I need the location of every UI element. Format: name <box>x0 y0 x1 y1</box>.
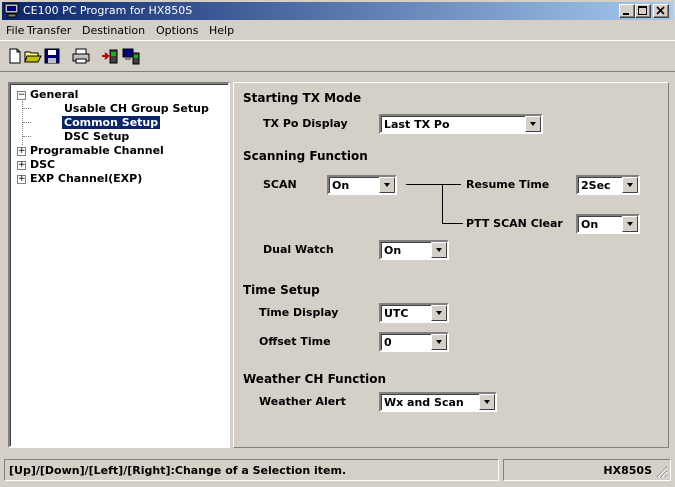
expand-dsc-icon[interactable]: + <box>17 161 26 170</box>
menu-bar: File Transfer Destination Options Help <box>2 21 673 40</box>
scan-label: SCAN <box>263 178 297 191</box>
weather-alert-select[interactable]: Wx and Scan <box>379 392 497 412</box>
resume-time-select[interactable]: 2Sec <box>576 175 640 195</box>
status-hint-pane: [Up]/[Down]/[Left]/[Right]:Change of a S… <box>4 459 499 481</box>
weather-alert-label: Weather Alert <box>259 395 346 408</box>
menu-help[interactable]: Help <box>209 24 234 37</box>
collapse-general-icon[interactable]: − <box>17 91 26 100</box>
menu-file[interactable]: File <box>6 24 24 37</box>
chevron-down-icon[interactable] <box>379 177 395 193</box>
weather-alert-value: Wx and Scan <box>384 396 464 409</box>
app-window: CE100 PC Program for HX850S File Transfe… <box>0 0 675 487</box>
tree-item-dsc[interactable]: DSC <box>30 158 55 171</box>
tx-po-display-select[interactable]: Last TX Po <box>379 114 543 134</box>
chevron-down-icon[interactable] <box>622 177 638 193</box>
dual-watch-value: On <box>384 244 402 257</box>
section-time-setup: Time Setup <box>243 283 320 297</box>
time-display-value: UTC <box>384 307 409 320</box>
menu-options[interactable]: Options <box>156 24 198 37</box>
chevron-down-icon[interactable] <box>431 334 447 350</box>
app-icon <box>4 3 19 18</box>
save-disk-icon[interactable] <box>43 47 61 65</box>
minimize-button[interactable] <box>619 4 635 18</box>
print-icon[interactable] <box>72 47 90 65</box>
connector-line <box>442 184 443 224</box>
ptt-scan-clear-label: PTT SCAN Clear <box>466 217 563 230</box>
time-display-select[interactable]: UTC <box>379 303 449 323</box>
write-to-radio-icon[interactable] <box>122 47 140 65</box>
menu-destination[interactable]: Destination <box>82 24 145 37</box>
time-display-label: Time Display <box>259 306 339 319</box>
connector-line <box>442 223 463 224</box>
title-bar[interactable]: CE100 PC Program for HX850S <box>2 2 673 20</box>
close-icon <box>656 6 665 15</box>
tree-item-usable-ch-group-setup[interactable]: Usable CH Group Setup <box>64 102 209 115</box>
section-starting-tx-mode: Starting TX Mode <box>243 91 362 105</box>
ptt-scan-clear-select[interactable]: On <box>576 214 640 234</box>
tree-connector <box>23 108 31 109</box>
offset-time-label: Offset Time <box>259 335 331 348</box>
maximize-button[interactable] <box>635 4 651 18</box>
tree-item-exp-channel[interactable]: EXP Channel(EXP) <box>30 172 142 185</box>
status-hint: [Up]/[Down]/[Left]/[Right]:Change of a S… <box>9 464 347 477</box>
tree-item-dsc-setup[interactable]: DSC Setup <box>64 130 129 143</box>
scan-select[interactable]: On <box>327 175 397 195</box>
offset-time-select[interactable]: 0 <box>379 332 449 352</box>
tree-connector <box>23 136 31 137</box>
settings-tree[interactable]: − General Usable CH Group Setup Common S… <box>8 82 230 448</box>
resume-time-label: Resume Time <box>466 178 550 191</box>
section-scanning-function: Scanning Function <box>243 149 368 163</box>
tree-connector <box>23 122 31 123</box>
chevron-down-icon[interactable] <box>622 216 638 232</box>
open-folder-icon[interactable] <box>24 47 42 65</box>
tree-item-programable-channel[interactable]: Programable Channel <box>30 144 164 157</box>
menu-destination-label: Destination <box>82 24 146 37</box>
section-weather-ch-function: Weather CH Function <box>243 372 387 386</box>
menu-file-label: File <box>6 24 25 37</box>
new-document-icon[interactable] <box>6 47 24 65</box>
scan-value: On <box>332 179 350 192</box>
menu-help-label: Help <box>209 24 235 37</box>
chevron-down-icon[interactable] <box>431 305 447 321</box>
connector-line <box>406 184 461 185</box>
resize-grip-icon[interactable] <box>656 466 668 478</box>
status-model: HX850S <box>603 464 652 477</box>
chevron-down-icon[interactable] <box>479 394 495 410</box>
menu-transfer-label: Transfer <box>27 24 72 37</box>
maximize-icon <box>638 6 647 15</box>
tx-po-display-value: Last TX Po <box>384 118 450 131</box>
ptt-scan-clear-value: On <box>581 218 599 231</box>
offset-time-value: 0 <box>384 336 392 349</box>
tree-item-general[interactable]: General <box>30 88 78 101</box>
minimize-icon <box>623 13 629 15</box>
tree-item-common-setup[interactable]: Common Setup <box>62 116 161 129</box>
chevron-down-icon[interactable] <box>431 242 447 258</box>
close-button[interactable] <box>653 4 669 18</box>
window-title: CE100 PC Program for HX850S <box>23 4 193 17</box>
menu-options-label: Options <box>156 24 199 37</box>
tx-po-display-label: TX Po Display <box>263 117 348 130</box>
expand-exp-icon[interactable]: + <box>17 175 26 184</box>
chevron-down-icon[interactable] <box>525 116 541 132</box>
menu-transfer[interactable]: Transfer <box>27 24 71 37</box>
expand-programable-icon[interactable]: + <box>17 147 26 156</box>
toolbar <box>0 40 675 72</box>
read-from-radio-icon[interactable] <box>101 47 119 65</box>
settings-panel: Starting TX Mode TX Po Display Last TX P… <box>233 82 669 448</box>
status-model-pane: HX850S <box>503 459 671 481</box>
dual-watch-label: Dual Watch <box>263 243 334 256</box>
dual-watch-select[interactable]: On <box>379 240 449 260</box>
resume-time-value: 2Sec <box>581 179 611 192</box>
